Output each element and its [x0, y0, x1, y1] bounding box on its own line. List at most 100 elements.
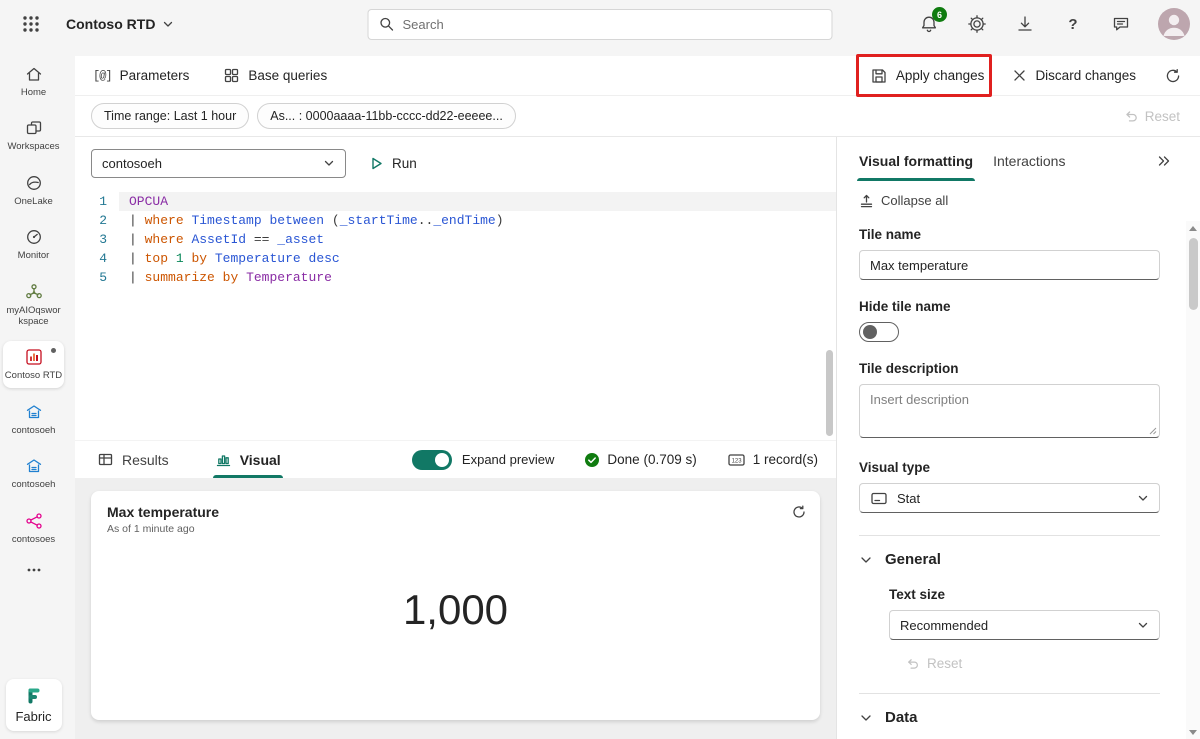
apply-changes-button[interactable]: Apply changes: [870, 67, 985, 85]
notification-badge: 6: [932, 7, 947, 22]
sidebar-item-label: contosoeh: [12, 425, 56, 436]
app-title: Contoso RTD: [66, 16, 155, 32]
refresh-icon[interactable]: [1164, 67, 1182, 85]
kql-editor[interactable]: 12345 OPCUA| where Timestamp between (_s…: [75, 189, 836, 441]
sidebar-item-onelake[interactable]: OneLake: [3, 167, 64, 213]
text-size-reset-button[interactable]: Reset: [905, 656, 1160, 671]
tab-visual[interactable]: Visual: [211, 441, 285, 478]
code-line[interactable]: | where Timestamp between (_startTime.._…: [119, 211, 836, 230]
tile-refresh-icon[interactable]: [791, 504, 807, 520]
workspace-switcher[interactable]: Contoso RTD: [66, 16, 174, 32]
run-button[interactable]: Run: [368, 155, 417, 172]
left-nav: Home Workspaces OneLake Monitor myAIOqsw…: [0, 48, 67, 739]
feedback-icon[interactable]: [1110, 13, 1132, 35]
format-pane-scrollbar[interactable]: [1186, 221, 1200, 739]
notifications-button[interactable]: 6: [918, 13, 940, 35]
sidebar-item-contosoes[interactable]: contosoes: [3, 505, 64, 551]
sidebar-item-workspaces[interactable]: Workspaces: [3, 112, 64, 158]
results-tab-bar: Results Visual Expand preview: [75, 441, 836, 478]
query-pane: contosoeh Run 12345 OPCUA| where Timesta…: [75, 137, 836, 739]
expand-preview-toggle[interactable]: [412, 450, 452, 470]
code-line[interactable]: | top 1 by Temperature desc: [119, 249, 836, 268]
visual-type-value: Stat: [897, 491, 920, 506]
query-status: Done (0.709 s): [584, 452, 696, 468]
code-line[interactable]: | summarize by Temperature: [119, 268, 836, 287]
topbar-actions: 6 ?: [918, 8, 1190, 40]
user-avatar[interactable]: [1158, 8, 1190, 40]
chart-icon: [215, 451, 232, 468]
database-dropdown[interactable]: contosoeh: [91, 149, 346, 178]
code-line[interactable]: OPCUA: [119, 192, 836, 211]
search-input[interactable]: [403, 17, 822, 32]
sidebar-item-home[interactable]: Home: [3, 58, 64, 104]
base-queries-button[interactable]: Base queries: [223, 67, 327, 84]
sidebar-item-monitor[interactable]: Monitor: [3, 221, 64, 267]
text-size-dropdown[interactable]: Recommended: [889, 610, 1160, 640]
asset-parameter-pill[interactable]: As... : 0000aaaa-11bb-cccc-dd22-eeeee...: [257, 103, 516, 129]
editor-code[interactable]: OPCUA| where Timestamp between (_startTi…: [119, 192, 836, 440]
tab-visual-formatting-label: Visual formatting: [859, 153, 973, 169]
query-status-label: Done (0.709 s): [607, 452, 696, 467]
tab-visual-formatting[interactable]: Visual formatting: [849, 153, 983, 181]
editor-scrollbar-thumb[interactable]: [826, 350, 833, 436]
text-size-value: Recommended: [900, 618, 988, 633]
success-check-icon: [584, 452, 600, 468]
expand-preview-label: Expand preview: [462, 452, 555, 467]
visual-type-dropdown[interactable]: Stat: [859, 483, 1160, 513]
parameters-label: Parameters: [120, 68, 190, 83]
format-pane-tabs: Visual formatting Interactions: [837, 137, 1186, 181]
settings-gear-icon[interactable]: [966, 13, 988, 35]
tile-name-input[interactable]: [859, 250, 1160, 280]
discard-changes-label: Discard changes: [1035, 68, 1136, 83]
stat-value: 1,000: [91, 586, 820, 634]
tile-description-label: Tile description: [859, 361, 1160, 376]
help-button[interactable]: ?: [1062, 13, 1084, 35]
tile-description-input[interactable]: [859, 384, 1160, 438]
eventstream-icon: [24, 511, 44, 531]
tile-name-label: Tile name: [859, 227, 1160, 242]
hide-tile-name-toggle[interactable]: [859, 322, 899, 342]
scroll-up-arrow[interactable]: [1189, 221, 1197, 235]
section-general[interactable]: General: [859, 551, 1160, 568]
sidebar-item-label: Fabric: [15, 709, 51, 724]
realtime-dashboard-icon: [24, 347, 44, 367]
collapse-all-label: Collapse all: [881, 193, 948, 208]
chevron-down-icon: [1137, 492, 1149, 504]
chevron-down-icon: [859, 553, 873, 567]
scroll-down-arrow[interactable]: [1189, 725, 1197, 739]
parameters-button[interactable]: [@] Parameters: [93, 68, 189, 83]
sidebar-item-myaioqsworkspace[interactable]: myAIOqsworkspace: [3, 276, 64, 334]
undo-icon: [1123, 108, 1139, 124]
sidebar-item-fabric[interactable]: Fabric: [6, 679, 62, 731]
top-bar: Contoso RTD 6 ?: [0, 0, 1200, 48]
discard-changes-button[interactable]: Discard changes: [1012, 68, 1136, 83]
eventhouse-icon: [24, 456, 44, 476]
code-line[interactable]: | where AssetId == _asset: [119, 230, 836, 249]
active-tab-underline: [857, 178, 975, 181]
tab-interactions[interactable]: Interactions: [983, 153, 1075, 181]
database-name: contosoeh: [102, 156, 162, 171]
tab-results[interactable]: Results: [93, 441, 173, 478]
resize-grip-icon[interactable]: [1149, 427, 1157, 435]
scrollbar-thumb[interactable]: [1189, 238, 1198, 310]
collapse-all-icon: [859, 193, 874, 208]
collapse-all-button[interactable]: Collapse all: [859, 193, 1160, 208]
time-range-pill[interactable]: Time range: Last 1 hour: [91, 103, 249, 129]
parameter-bar: Time range: Last 1 hour As... : 0000aaaa…: [75, 96, 1200, 137]
collapse-pane-icon[interactable]: [1150, 153, 1178, 181]
record-count-icon: 123: [727, 452, 746, 468]
eventhouse-icon: [24, 402, 44, 422]
stat-tile[interactable]: Max temperature As of 1 minute ago 1,000: [91, 491, 820, 720]
chevron-down-icon: [1137, 619, 1149, 631]
section-data[interactable]: Data: [859, 709, 1160, 726]
sidebar-item-contosoeh-2[interactable]: contosoeh: [3, 450, 64, 496]
search-box[interactable]: [368, 9, 833, 40]
more-items-icon[interactable]: [25, 561, 43, 579]
sidebar-item-contosoeh-1[interactable]: contosoeh: [3, 396, 64, 442]
downloads-icon[interactable]: [1014, 13, 1036, 35]
app-launcher-icon[interactable]: [14, 7, 48, 41]
reset-parameters-button[interactable]: Reset: [1123, 108, 1180, 124]
apply-changes-label: Apply changes: [896, 68, 985, 83]
base-queries-label: Base queries: [248, 68, 327, 83]
sidebar-item-contoso-rtd[interactable]: Contoso RTD: [3, 341, 64, 387]
